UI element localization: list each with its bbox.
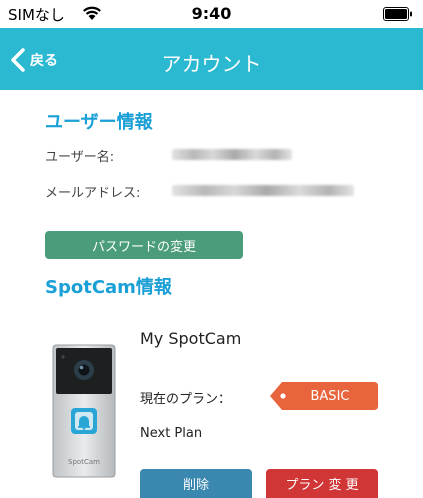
page-title: アカウント <box>161 52 262 76</box>
username-value-redacted <box>172 149 292 160</box>
change-plan-button[interactable]: プラン 変 更 <box>266 469 378 498</box>
username-label: ユーザー名: <box>45 150 115 165</box>
battery-icon <box>383 7 412 21</box>
delete-button[interactable]: 削除 <box>140 469 252 498</box>
next-plan-label: Next Plan <box>140 426 203 441</box>
plan-badge: BASIC <box>270 382 378 410</box>
spotcam-info-title: SpotCam情報 <box>45 277 172 298</box>
user-info-title: ユーザー情報 <box>45 112 153 133</box>
status-time: 9:40 <box>191 4 232 23</box>
camera-brand-text: SpotCam <box>68 458 100 466</box>
plan-badge-text: BASIC <box>310 388 350 404</box>
email-value-redacted <box>172 185 354 196</box>
email-label: メールアドレス: <box>45 186 141 201</box>
change-password-button[interactable]: パスワードの変更 <box>45 231 243 259</box>
current-plan-label: 現在のプラン： <box>140 392 232 407</box>
camera-name: My SpotCam <box>140 329 242 348</box>
